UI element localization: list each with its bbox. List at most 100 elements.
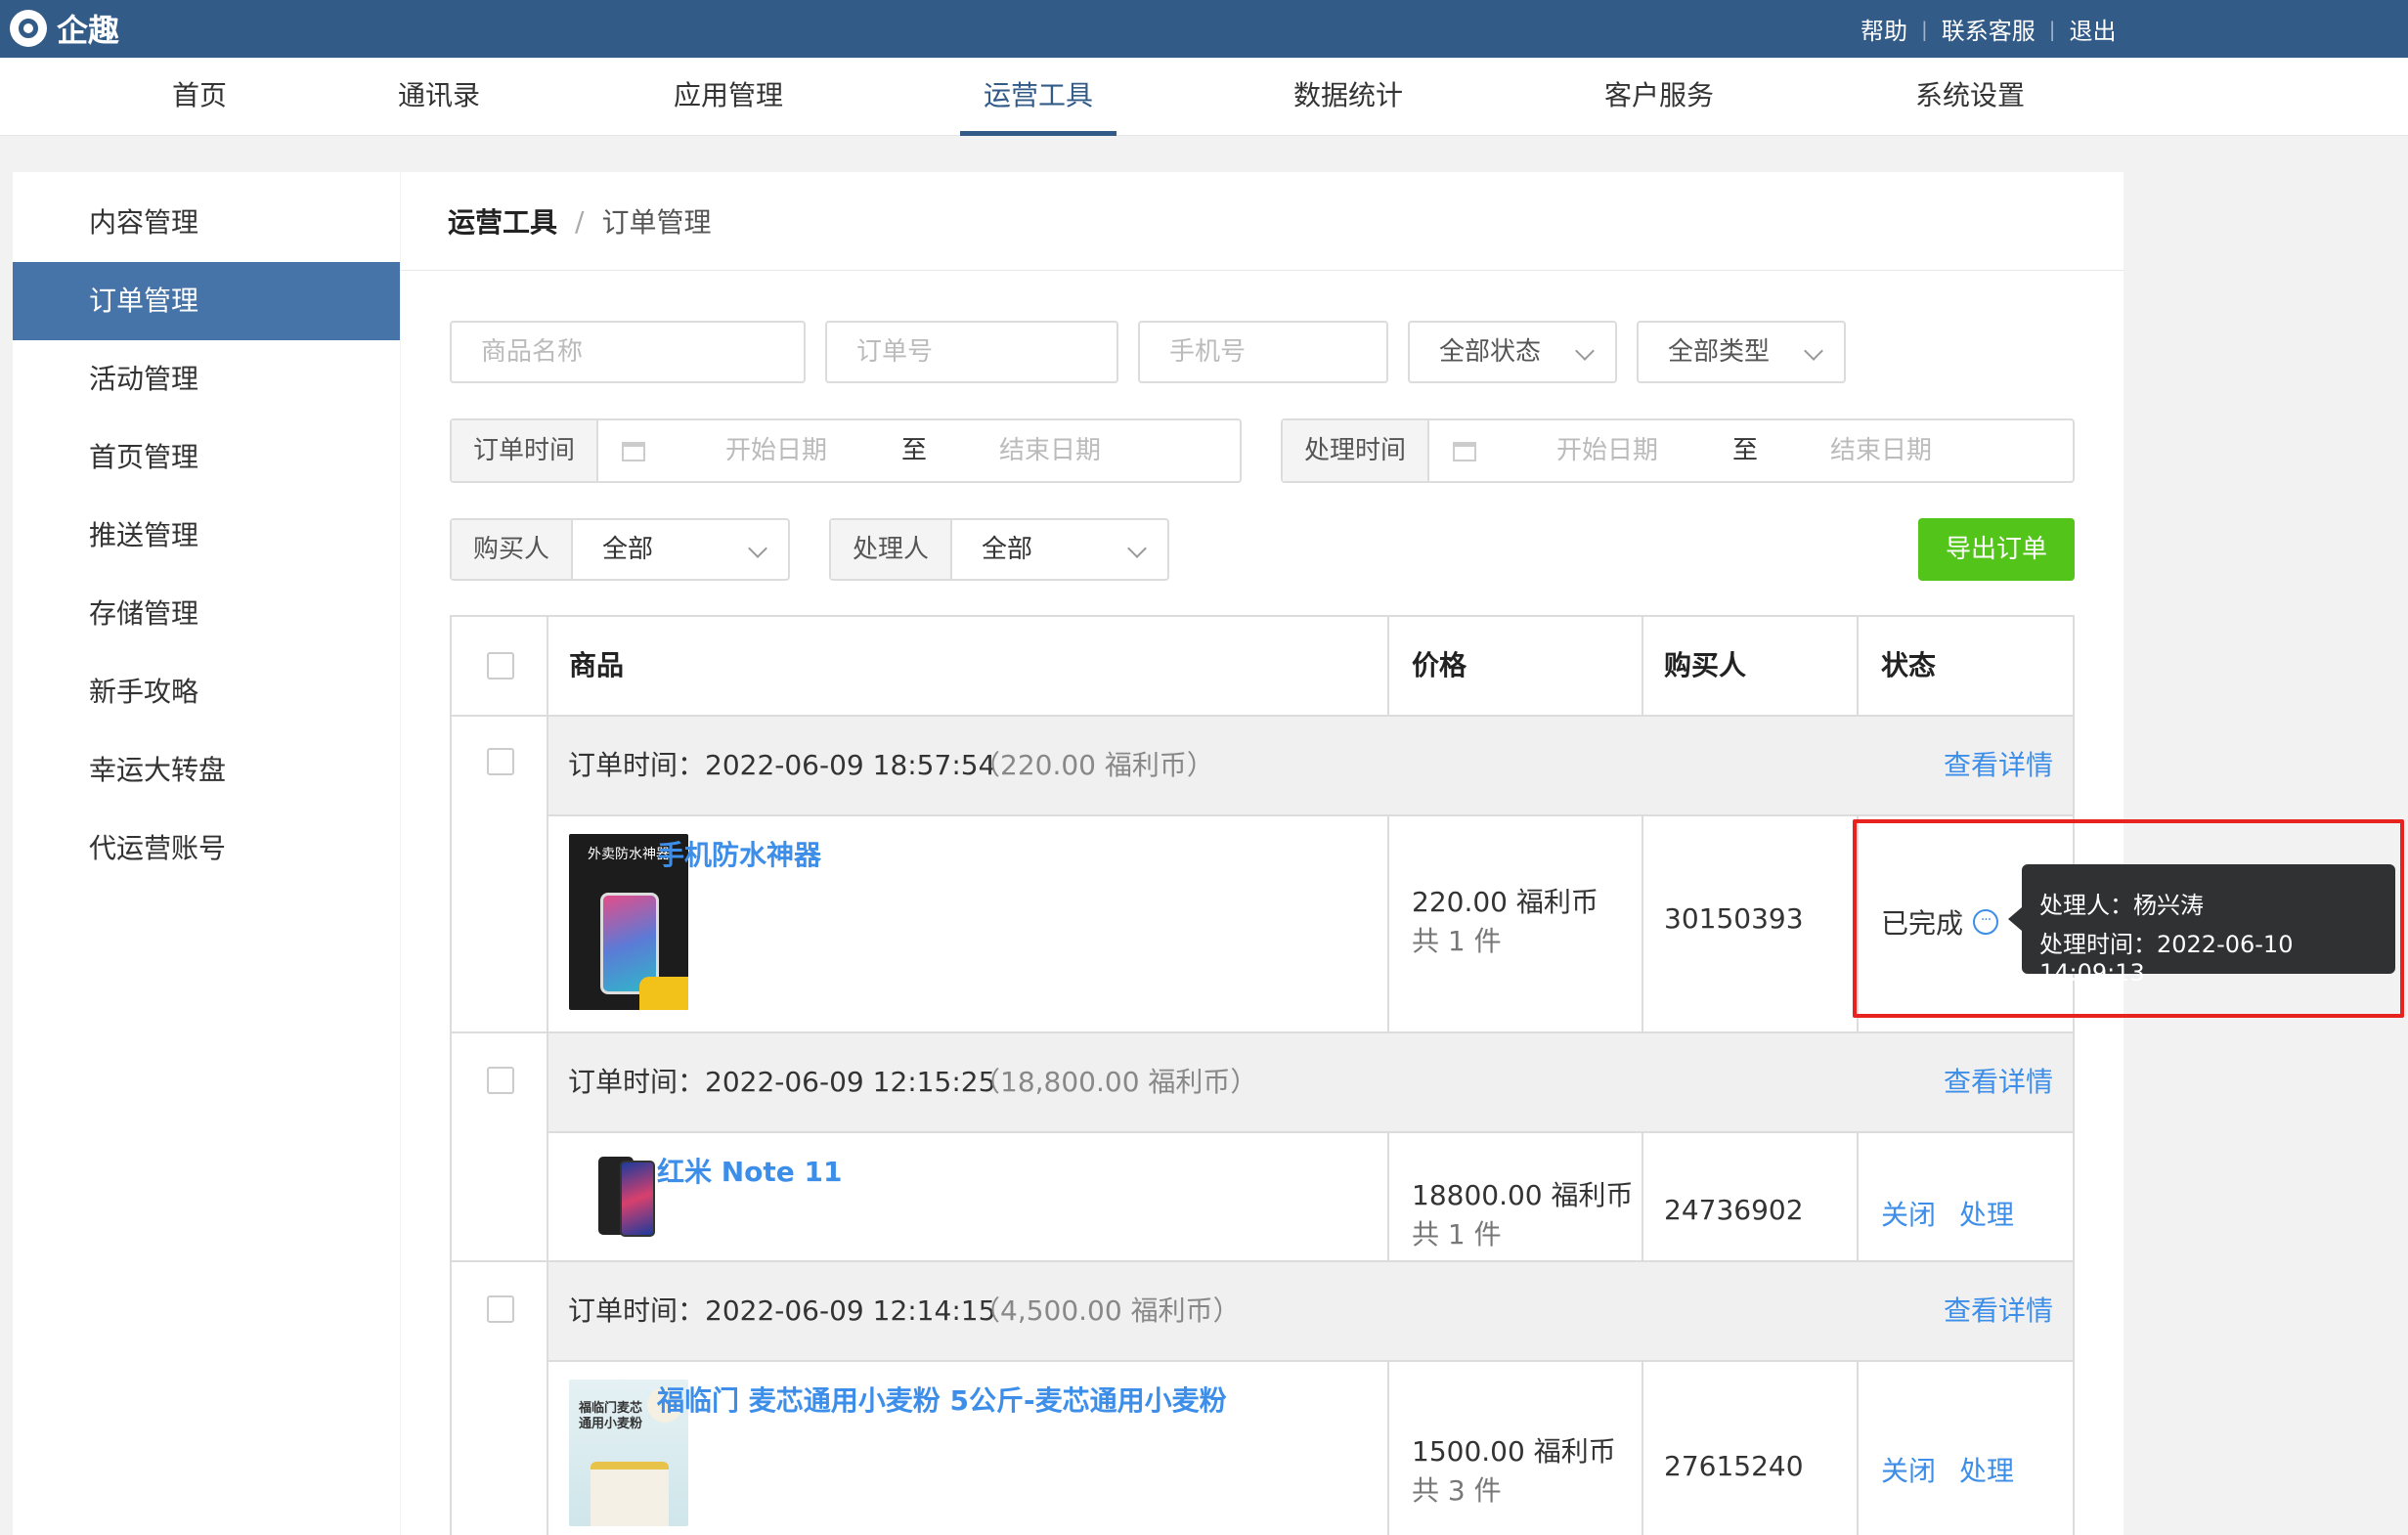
phone-front-image [620,1161,655,1237]
row-divider [548,814,2073,816]
product-name-input[interactable]: 商品名称 [450,321,806,383]
order-total: （220.00 福利币） [973,749,1214,781]
product-name-link[interactable]: 红米 Note 11 [657,1151,843,1190]
row-divider [548,1360,2073,1362]
orders-table: 商品 价格 购买人 状态 订单时间：2022-06-09 18:57:54 （2… [450,615,2075,1535]
column-header-buyer: 购买人 [1664,649,1747,681]
sidebar-item-guide[interactable]: 新手攻略 [13,653,400,731]
divider [401,270,2123,271]
sidebar-item-storage[interactable]: 存储管理 [13,575,400,653]
buyer-select[interactable]: 购买人 全部 [450,518,790,581]
order-total: （18,800.00 福利币） [973,1066,1258,1098]
type-select[interactable]: 全部类型 [1637,321,1846,383]
handler-select[interactable]: 处理人 全部 [829,518,1169,581]
sidebar-item-orders[interactable]: 订单管理 [13,262,400,340]
logout-link[interactable]: 退出 [2070,12,2117,46]
view-details-link[interactable]: 查看详情 [1944,717,2053,814]
buyer-select-value: 全部 [602,535,654,564]
handler-label: 处理人 [831,520,952,579]
main-nav: 首页 通讯录 应用管理 运营工具 数据统计 客户服务 系统设置 [0,58,2408,136]
column-divider [1857,617,1859,715]
thumbnail-caption: 福临门麦芯通用小麦粉 [579,1401,643,1431]
sidebar-item-content[interactable]: 内容管理 [13,184,400,262]
nav-app-management[interactable]: 应用管理 [669,58,788,136]
column-divider [1857,1362,1859,1535]
order-header: 订单时间：2022-06-09 12:14:15 （4,500.00 福利币） … [548,1262,2073,1360]
column-divider [1387,617,1389,715]
close-order-button[interactable]: 关闭 [1881,1450,1936,1489]
column-divider [1387,1133,1389,1260]
order-checkbox[interactable] [487,748,514,775]
sidebar-item-homepage[interactable]: 首页管理 [13,418,400,497]
top-link-separator: | [2048,17,2056,41]
process-end-date[interactable]: 结束日期 [1830,420,1932,481]
buyer-id: 27615240 [1664,1450,1804,1482]
breadcrumb-root[interactable]: 运营工具 [448,201,557,241]
order-time: 订单时间：2022-06-09 18:57:54 [568,749,996,781]
phone-input[interactable]: 手机号 [1138,321,1388,383]
column-divider [1642,816,1643,1031]
column-header-price: 价格 [1412,649,1467,681]
nav-operation-tools[interactable]: 运营工具 [960,58,1116,136]
price-value: 220.00 福利币 [1412,886,1598,918]
column-header-product: 商品 [569,649,625,681]
quantity-value: 共 1 件 [1412,1218,1502,1250]
nav-contacts[interactable]: 通讯录 [395,58,483,136]
app-name: 企趣 [57,12,120,49]
nav-customer-service[interactable]: 客户服务 [1599,58,1719,136]
top-links: 帮助 | 联系客服 | 退出 [1861,12,2117,46]
order-checkbox[interactable] [487,1067,514,1094]
process-order-button[interactable]: 处理 [1959,1194,2014,1233]
nav-home[interactable]: 首页 [156,58,242,136]
product-name-link[interactable]: 手机防水神器 [657,834,821,873]
sidebar-item-lucky-wheel[interactable]: 幸运大转盘 [13,731,400,810]
column-divider [1642,1362,1643,1535]
order-total: （4,500.00 福利币） [973,1294,1241,1327]
column-divider [1387,816,1389,1031]
column-header-status: 状态 [1881,649,1937,681]
process-order-button[interactable]: 处理 [1959,1450,2014,1489]
process-start-date[interactable]: 开始日期 [1556,420,1658,481]
status-select[interactable]: 全部状态 [1408,321,1617,383]
order-header: 订单时间：2022-06-09 18:57:54 （220.00 福利币） 查看… [548,717,2073,814]
process-time-range[interactable]: 处理时间 开始日期 至 结束日期 [1281,418,2075,483]
order-number-input[interactable]: 订单号 [825,321,1118,383]
app-logo[interactable]: 企趣 [10,8,119,49]
buyer-id: 30150393 [1664,902,1804,935]
decorative-shape [639,977,688,1010]
price-value: 18800.00 福利币 [1412,1179,1634,1211]
help-link[interactable]: 帮助 [1861,12,1907,46]
status-tooltip: 处理人：杨兴涛 处理时间：2022-06-10 14:09:13 [2008,864,2395,987]
sidebar-item-activities[interactable]: 活动管理 [13,340,400,418]
logo-icon [10,10,47,47]
flour-bag-image [591,1462,669,1526]
export-orders-button[interactable]: 导出订单 [1918,518,2075,581]
breadcrumb-current: 订单管理 [601,206,712,239]
buyer-id: 24736902 [1664,1194,1804,1226]
breadcrumb-separator: / [575,204,585,238]
sidebar-item-agent-accounts[interactable]: 代运营账号 [13,810,400,888]
column-divider [1857,1133,1859,1260]
column-divider [1387,1362,1389,1535]
sidebar-item-push[interactable]: 推送管理 [13,497,400,575]
chevron-down-icon [1127,539,1147,558]
nav-system-settings[interactable]: 系统设置 [1910,58,2030,136]
column-divider [1642,617,1643,715]
nav-statistics[interactable]: 数据统计 [1289,58,1408,136]
type-select-value: 全部类型 [1668,337,1771,367]
date-range-separator: 至 [1732,436,1759,465]
chevron-down-icon [748,539,767,558]
view-details-link[interactable]: 查看详情 [1944,1262,2053,1360]
order-checkbox[interactable] [487,1295,514,1323]
product-name-link[interactable]: 福临门 麦芯通用小麦粉 5公斤-麦芯通用小麦粉 [657,1380,1227,1419]
view-details-link[interactable]: 查看详情 [1944,1033,2053,1131]
select-all-checkbox[interactable] [487,652,514,680]
top-bar: 企趣 帮助 | 联系客服 | 退出 [0,0,2408,58]
close-order-button[interactable]: 关闭 [1881,1194,1936,1233]
contact-support-link[interactable]: 联系客服 [1942,12,2036,46]
order-start-date[interactable]: 开始日期 [725,420,827,481]
order-end-date[interactable]: 结束日期 [999,420,1101,481]
order-time-range[interactable]: 订单时间 开始日期 至 结束日期 [450,418,1242,483]
chevron-down-icon [1804,341,1823,361]
handler-select-value: 全部 [982,535,1033,564]
